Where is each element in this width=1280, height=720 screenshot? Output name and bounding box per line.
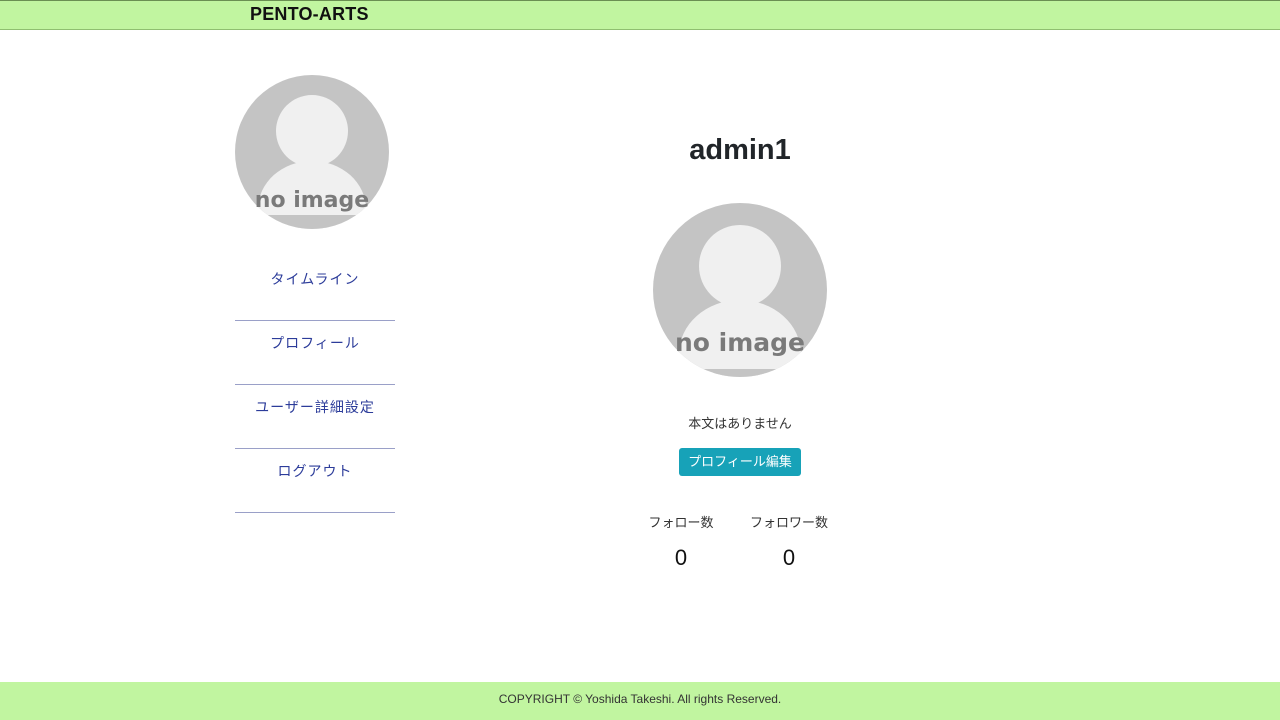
footer-copyright: COPYRIGHT © Yoshida Takeshi. All rights … <box>498 692 782 706</box>
follow-count-value: 0 <box>674 545 688 570</box>
profile-panel: admin1 no image 本文はありません プロフィール編集 <box>600 120 880 476</box>
sidebar-item-timeline[interactable]: タイムライン <box>235 257 395 321</box>
page-footer: COPYRIGHT © Yoshida Takeshi. All rights … <box>0 682 1280 720</box>
follower-count-stat[interactable]: フォロワー数 0 <box>744 512 834 571</box>
top-navbar: PENTO-ARTS <box>0 0 1280 30</box>
profile-avatar-caption: no image <box>675 328 805 357</box>
sidebar-item-logout[interactable]: ログアウト <box>235 449 395 513</box>
sidebar-item-user-settings[interactable]: ユーザー詳細設定 <box>235 385 395 449</box>
sidebar-item-label: ユーザー詳細設定 <box>255 400 375 416</box>
edit-profile-button[interactable]: プロフィール編集 <box>679 448 801 476</box>
profile-username: admin1 <box>689 134 791 166</box>
sidebar-avatar-caption: no image <box>255 188 369 213</box>
follow-stats: フォロー数 0 フォロワー数 0 <box>640 512 840 582</box>
sidebar-item-label: タイムライン <box>270 272 360 288</box>
sidebar-avatar-no-image: no image <box>235 75 389 229</box>
follow-count-stat[interactable]: フォロー数 0 <box>636 512 726 571</box>
sidebar-item-label: プロフィール <box>270 336 360 352</box>
sidebar-nav: タイムライン プロフィール ユーザー詳細設定 ログアウト <box>235 257 395 513</box>
sidebar-item-label: ログアウト <box>277 464 353 480</box>
follower-count-label: フォロワー数 <box>749 515 828 530</box>
profile-avatar-no-image: no image <box>653 203 827 377</box>
profile-body-text: 本文はありません <box>688 416 792 431</box>
follower-count-value: 0 <box>782 545 796 570</box>
follow-count-label: フォロー数 <box>648 515 714 530</box>
brand-logo-link[interactable]: PENTO-ARTS <box>250 4 369 25</box>
sidebar-item-profile[interactable]: プロフィール <box>235 321 395 385</box>
